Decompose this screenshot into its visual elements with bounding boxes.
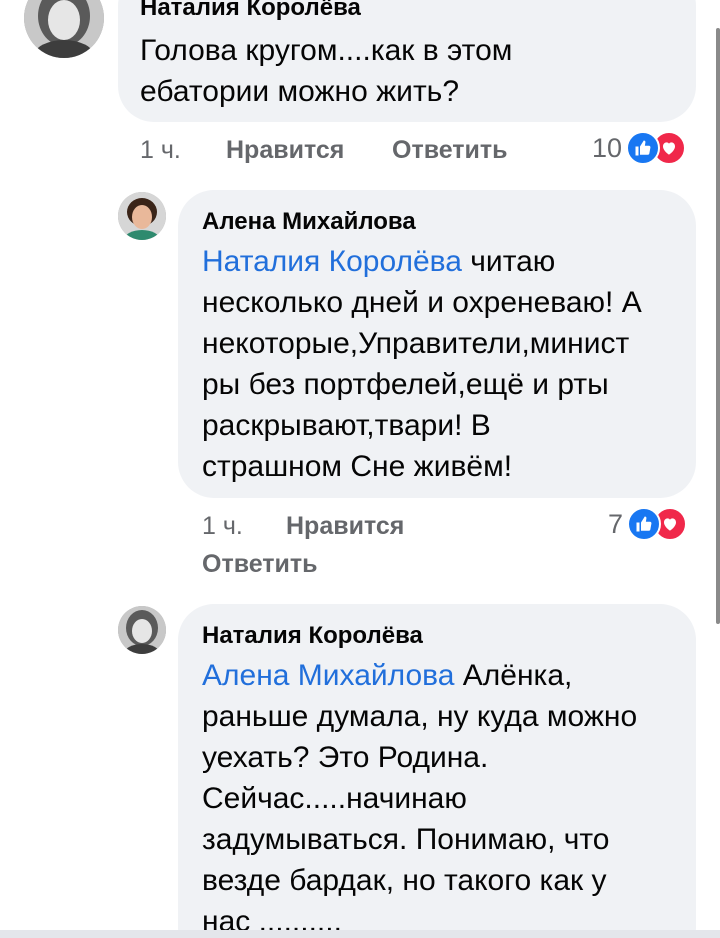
- comment-line: некоторые,Управители,минист: [202, 327, 630, 360]
- mention-link[interactable]: Наталия Королёва: [202, 245, 462, 278]
- comment-line: раскрывают,твари! В: [202, 409, 491, 442]
- avatar-photo-icon: [118, 192, 166, 240]
- comment-line-rest: Алёнка,: [454, 659, 573, 692]
- like-icon: [626, 131, 661, 165]
- comments-feed: Наталия Королёва Голова кругом....как в …: [0, 0, 720, 938]
- avatar[interactable]: [118, 606, 166, 654]
- like-button[interactable]: Нравится: [286, 512, 404, 541]
- comment-line: Наталия Королёва читаю: [202, 241, 642, 282]
- comment-line: страшном Сне живём!: [202, 450, 513, 483]
- avatar[interactable]: [24, 0, 104, 58]
- reaction-count: 10: [592, 132, 623, 163]
- avatar[interactable]: [118, 192, 166, 240]
- comment-line: несколько дней и охреневаю! А: [202, 286, 642, 319]
- mention-link[interactable]: Алена Михайлова: [202, 659, 454, 692]
- comment-time[interactable]: 1 ч.: [202, 512, 243, 541]
- comment-author[interactable]: Наталия Королёва: [202, 622, 423, 650]
- reaction-summary[interactable]: 10: [592, 131, 687, 165]
- comment-line: Голова кругом....как в этом: [140, 34, 513, 67]
- like-button[interactable]: Нравится: [226, 136, 344, 165]
- like-icon: [627, 507, 662, 541]
- comment-author[interactable]: Алена Михайлова: [202, 208, 416, 236]
- comment-line: Сейчас.....начинаю: [202, 782, 467, 815]
- comment-text: Голова кругом....как в этом ебатории мож…: [140, 30, 512, 112]
- comment-author[interactable]: Наталия Королёва: [140, 0, 361, 22]
- reaction-summary[interactable]: 7: [608, 507, 688, 541]
- reply-button[interactable]: Ответить: [202, 550, 318, 579]
- comment-line: раньше думала, ну куда можно: [202, 700, 638, 733]
- comment-line: уехать? Это Родина.: [202, 741, 489, 774]
- comment-time[interactable]: 1 ч.: [140, 136, 181, 165]
- bottom-divider: [0, 930, 720, 938]
- comment-line: ры без портфелей,ещё и рты: [202, 368, 609, 401]
- reaction-count: 7: [608, 508, 624, 539]
- comment-text: Наталия Королёва читаю несколько дней и …: [202, 241, 642, 487]
- comment-line: Алена Михайлова Алёнка,: [202, 655, 637, 696]
- comment-line: задумываться. Понимаю, что: [202, 823, 610, 856]
- scrollbar[interactable]: [716, 28, 720, 624]
- reply-button[interactable]: Ответить: [392, 136, 508, 165]
- comment-line: ебатории можно жить?: [140, 75, 459, 108]
- comment-text: Алена Михайлова Алёнка, раньше думала, н…: [202, 655, 637, 938]
- comment-line-rest: читаю: [461, 245, 556, 278]
- avatar-photo-icon: [118, 606, 166, 654]
- avatar-photo-icon: [24, 0, 104, 58]
- comment-line: везде бардак, но такого как у: [202, 864, 607, 897]
